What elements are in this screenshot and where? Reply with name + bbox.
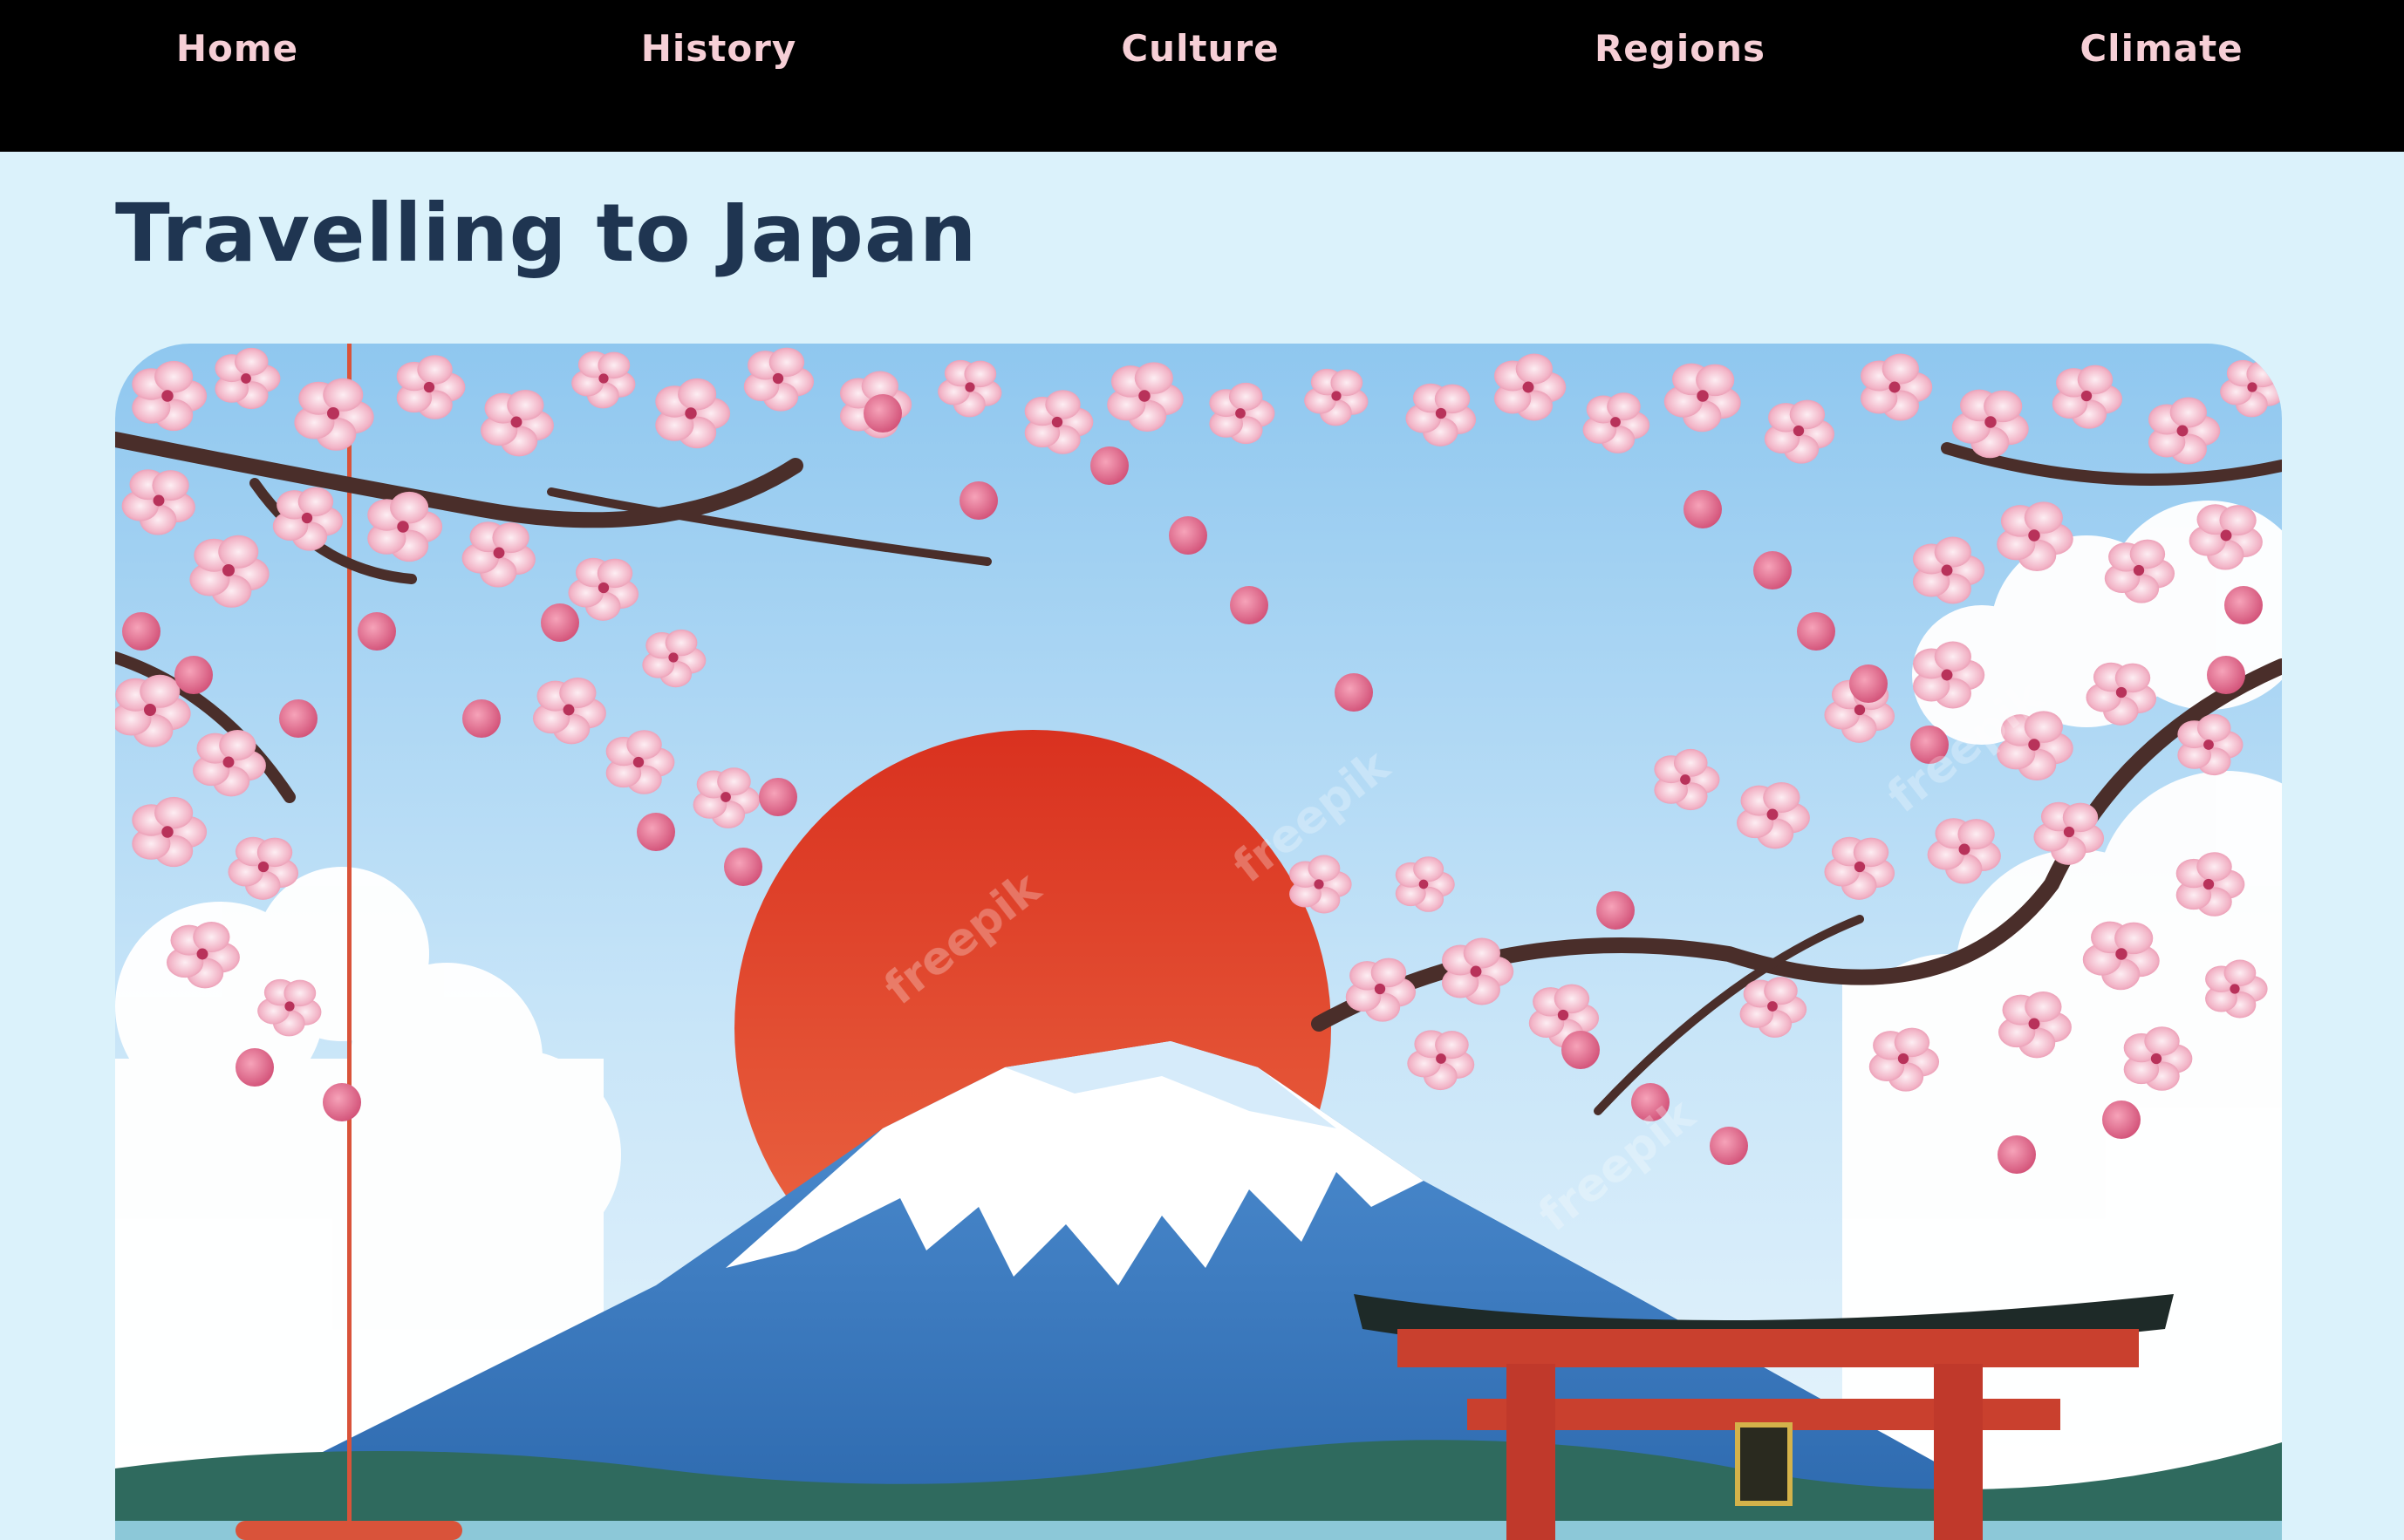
blossom-bud [1683, 490, 1722, 528]
blossom-bud [759, 778, 797, 816]
top-navigation-bar: Home History Culture Regions Climate [0, 0, 2404, 152]
blossom-bud [122, 612, 160, 651]
blossom-bud [1849, 664, 1888, 703]
nav-link-culture[interactable]: Culture [1113, 23, 1287, 75]
blossom-bud [637, 813, 675, 851]
blossom-bud [174, 656, 213, 694]
blossom-bud [1797, 612, 1835, 651]
nav-link-regions[interactable]: Regions [1593, 23, 1767, 75]
blossom-bud [1561, 1031, 1600, 1069]
blossom-bud [462, 699, 501, 738]
nav-link-home[interactable]: Home [150, 23, 324, 75]
blossom-bud [1753, 551, 1792, 589]
blossom-bud [279, 699, 318, 738]
blossom-bud [1998, 1135, 2036, 1174]
nav-link-climate[interactable]: Climate [2074, 23, 2249, 75]
blossom-bud [1090, 446, 1129, 485]
blossom-bud [1169, 516, 1207, 555]
blossom-bud [2102, 1100, 2141, 1139]
blossom-bud [236, 1048, 274, 1087]
blossom-bud [541, 603, 579, 642]
blossom-bud [2207, 656, 2245, 694]
blossom-bud [864, 394, 902, 433]
page-title: Travelling to Japan [115, 187, 978, 280]
blossom-bud [960, 481, 998, 520]
swing-rope [347, 344, 352, 1540]
nav-link-history[interactable]: History [632, 23, 806, 75]
blossom-bud [1335, 673, 1373, 712]
blossom-bud [2224, 586, 2263, 624]
blossom-bud [1230, 586, 1268, 624]
blossom-bud [724, 848, 762, 886]
hero-image-mount-fuji: freepik freepik freepik freepik [115, 344, 2282, 1540]
blossom-bud [358, 612, 396, 651]
blossom-bud [323, 1083, 361, 1121]
blossom-bud [1596, 891, 1635, 930]
blossom-bud [1710, 1127, 1748, 1165]
